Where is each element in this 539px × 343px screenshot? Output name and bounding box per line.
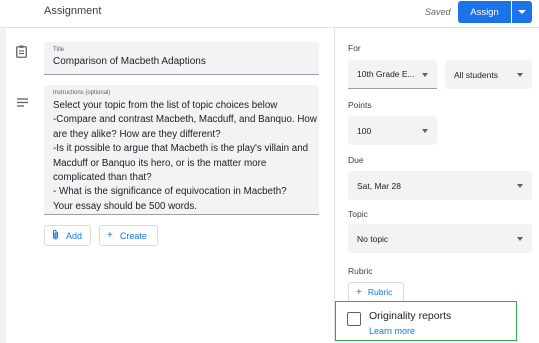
instructions-line: Your essay should be 500 words.: [53, 200, 197, 212]
originality-title: Originality reports: [369, 310, 452, 322]
add-label: Add: [66, 230, 83, 241]
caret-down-icon: [422, 73, 428, 77]
for-label: For: [348, 43, 361, 53]
class-select[interactable]: 10th Grade E...: [348, 60, 437, 89]
originality-reports-box: Originality reports Learn more: [335, 301, 517, 341]
title-field[interactable]: Title Comparison of Macbeth Adaptions: [44, 42, 319, 75]
topic-select-value: No topic: [357, 233, 389, 244]
originality-checkbox[interactable]: [347, 312, 361, 326]
plus-icon: +: [356, 286, 362, 298]
points-label: Points: [348, 100, 372, 110]
header-bar: Assignment Saved Assign: [0, 0, 539, 28]
instructions-line: -Compare and contrast Macbeth, Macduff, …: [53, 114, 317, 126]
caret-down-icon: [517, 237, 523, 241]
due-select[interactable]: Sat, Mar 28: [348, 171, 532, 200]
due-label: Due: [348, 155, 364, 165]
plus-icon: +: [107, 230, 113, 241]
topic-label: Topic: [348, 209, 368, 219]
instructions-line: Select your topic from the list of topic…: [53, 100, 278, 111]
assignment-icon: [16, 45, 27, 63]
instructions-line: -Is it possible to argue that Macbeth is…: [53, 143, 309, 155]
due-select-value: Sat, Mar 28: [357, 180, 401, 191]
create-button[interactable]: + Create: [99, 225, 158, 246]
paperclip-icon: [52, 229, 59, 243]
left-rail: [0, 28, 6, 343]
settings-panel: For 10th Grade E... All students Points …: [334, 28, 539, 343]
instructions-line: complicated than that?: [53, 172, 152, 184]
instructions-icon: [17, 94, 28, 112]
title-label: Title: [53, 47, 65, 53]
create-label: Create: [119, 230, 147, 241]
students-select-value: All students: [454, 69, 498, 80]
instructions-line: Macduff or Banquo its hero, or is the ma…: [53, 157, 267, 169]
caret-down-icon: [517, 184, 523, 188]
caret-down-icon: [517, 73, 523, 77]
add-button[interactable]: Add: [44, 225, 91, 246]
instructions-line: are they alike? How are they different?: [53, 128, 221, 140]
learn-more-link[interactable]: Learn more: [369, 326, 415, 336]
rubric-label: Rubric: [348, 266, 373, 276]
points-select-value: 100: [357, 125, 372, 136]
instructions-line: - What is the significance of equivocati…: [53, 186, 287, 198]
class-select-value: 10th Grade E...: [357, 69, 415, 79]
add-rubric-button[interactable]: + Rubric: [348, 282, 404, 302]
instructions-label: Instructions (optional): [53, 90, 111, 96]
caret-down-icon: [518, 10, 526, 14]
assign-dropdown-button[interactable]: [512, 1, 532, 23]
saved-status: Saved: [425, 7, 451, 17]
instructions-input[interactable]: Select your topic from the list of topic…: [53, 99, 317, 214]
caret-down-icon: [422, 129, 428, 133]
title-input[interactable]: Comparison of Macbeth Adaptions: [53, 56, 206, 67]
students-select[interactable]: All students: [445, 60, 532, 89]
rubric-button-label: Rubric: [367, 287, 393, 297]
page-title: Assignment: [44, 5, 102, 17]
assign-button[interactable]: Assign: [458, 1, 511, 23]
topic-select[interactable]: No topic: [348, 224, 532, 253]
instructions-field[interactable]: Instructions (optional) Select your topi…: [44, 85, 319, 215]
points-select[interactable]: 100: [348, 116, 437, 145]
